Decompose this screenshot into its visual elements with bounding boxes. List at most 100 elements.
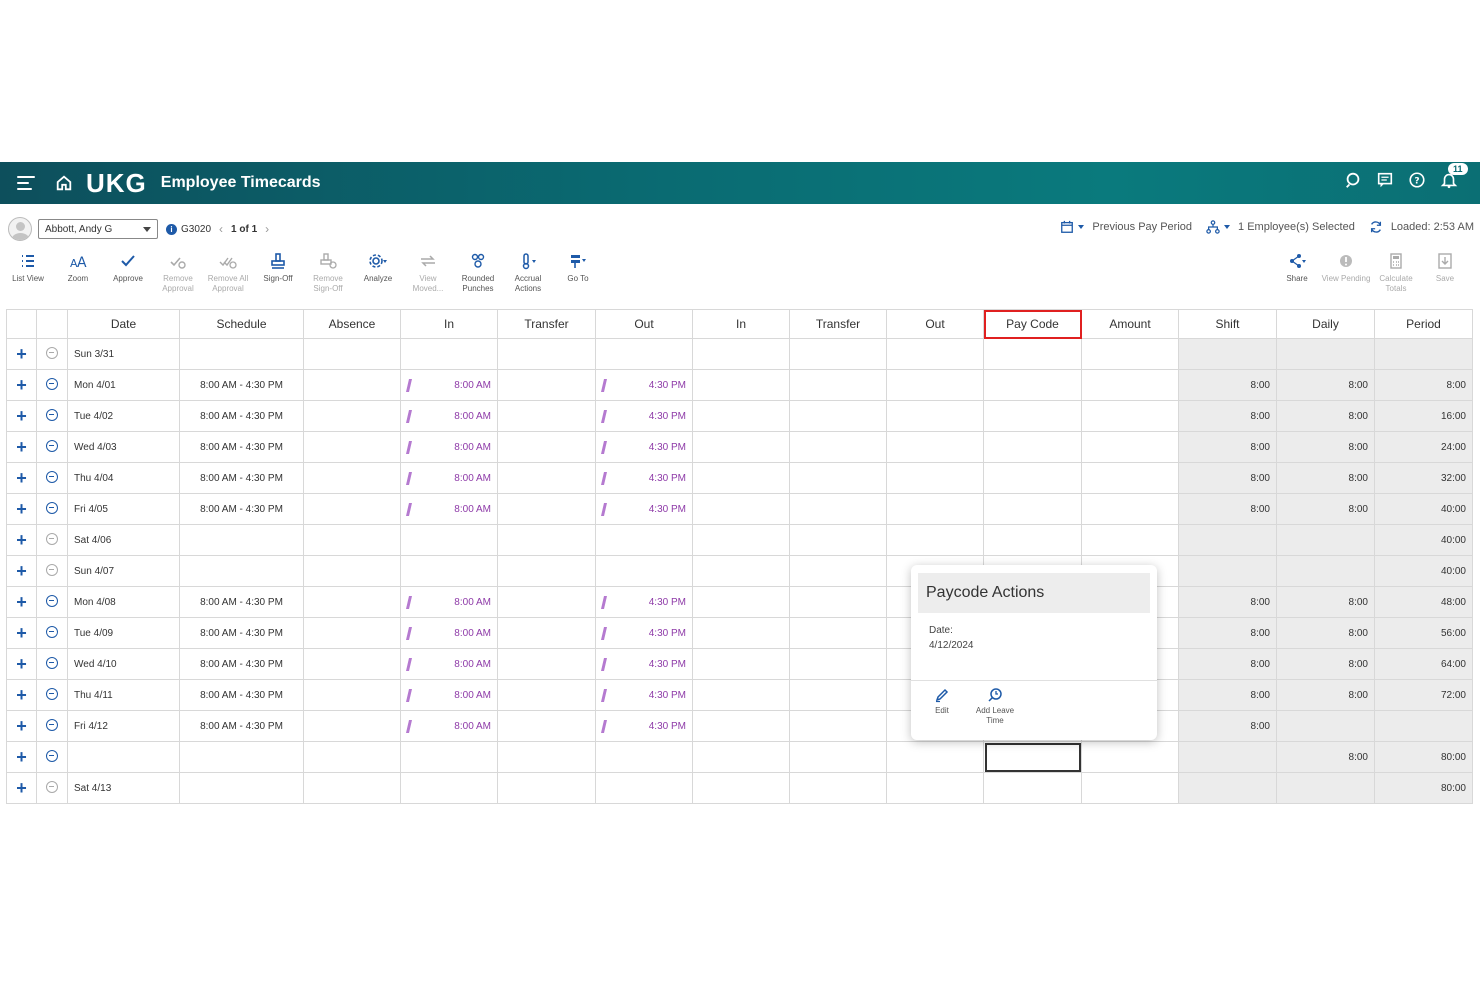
transfer-cell[interactable] (497, 648, 596, 680)
employees-selected[interactable]: 1 Employee(s) Selected (1238, 221, 1355, 233)
column-header-daily[interactable]: Daily (1276, 309, 1375, 339)
date-cell[interactable]: Mon 4/01 (67, 369, 180, 401)
out-punch-cell[interactable]: 4:30 PM (595, 462, 693, 494)
column-header-date[interactable]: Date (67, 309, 180, 339)
absence-cell[interactable] (303, 710, 401, 742)
chevron-down-icon[interactable] (1224, 225, 1231, 229)
out-punch-cell[interactable]: 4:30 PM (595, 369, 693, 401)
hamburger-menu-icon[interactable] (17, 176, 35, 190)
remove-row-icon[interactable] (46, 377, 58, 390)
out-punch-cell[interactable]: 4:30 PM (595, 586, 693, 618)
remove-row-cell[interactable] (36, 772, 68, 804)
transfer-cell-2[interactable] (789, 741, 887, 773)
list-view-button[interactable]: List View (3, 252, 53, 284)
remove-all-approval-button[interactable]: Remove All Approval (203, 252, 253, 294)
add-row-cell[interactable]: + (6, 462, 37, 494)
column-header-absence[interactable]: Absence (303, 309, 401, 339)
transfer-cell[interactable] (497, 369, 596, 401)
add-punch-icon[interactable]: + (16, 778, 27, 798)
amount-cell[interactable] (1081, 741, 1179, 773)
edit-button[interactable]: Edit (927, 687, 957, 726)
transfer-cell[interactable] (497, 555, 596, 587)
info-icon[interactable]: i (166, 223, 177, 235)
add-row-cell[interactable]: + (6, 338, 37, 370)
out-punch-cell-2[interactable] (886, 772, 984, 804)
add-punch-icon[interactable]: + (16, 561, 27, 581)
transfer-cell-2[interactable] (789, 772, 887, 804)
remove-row-icon[interactable] (46, 532, 58, 545)
column-header-transfer-2[interactable]: Transfer (789, 309, 887, 339)
date-cell[interactable] (67, 741, 180, 773)
absence-cell[interactable] (303, 431, 401, 463)
transfer-cell[interactable] (497, 431, 596, 463)
date-cell[interactable]: Wed 4/10 (67, 648, 180, 680)
date-cell[interactable]: Fri 4/05 (67, 493, 180, 525)
add-row-cell[interactable]: + (6, 772, 37, 804)
remove-row-icon[interactable] (46, 346, 58, 359)
in-punch-cell-2[interactable] (692, 617, 790, 649)
in-punch-cell[interactable]: 8:00 AM (400, 586, 498, 618)
absence-cell[interactable] (303, 338, 401, 370)
column-header-pay-code[interactable]: Pay Code (983, 309, 1082, 339)
remove-row-cell[interactable] (36, 710, 68, 742)
add-row-cell[interactable]: + (6, 431, 37, 463)
add-row-cell[interactable]: + (6, 555, 37, 587)
view-pending-button[interactable]: View Pending (1321, 252, 1371, 284)
absence-cell[interactable] (303, 493, 401, 525)
absence-cell[interactable] (303, 679, 401, 711)
out-punch-cell[interactable]: 4:30 PM (595, 710, 693, 742)
view-moved-button[interactable]: View Moved... (403, 252, 453, 294)
in-punch-cell[interactable]: 8:00 AM (400, 431, 498, 463)
remove-row-icon[interactable] (46, 687, 58, 700)
schedule-cell[interactable]: 8:00 AM - 4:30 PM (179, 617, 304, 649)
pay-code-cell[interactable] (983, 431, 1082, 463)
search-icon[interactable] (1344, 171, 1362, 189)
sign-off-button[interactable]: Sign-Off (253, 252, 303, 284)
out-punch-cell[interactable]: 4:30 PM (595, 400, 693, 432)
column-header-in[interactable]: In (400, 309, 498, 339)
schedule-cell[interactable] (179, 772, 304, 804)
transfer-cell[interactable] (497, 710, 596, 742)
add-row-cell[interactable]: + (6, 741, 37, 773)
remove-row-icon[interactable] (46, 718, 58, 731)
in-punch-cell-2[interactable] (692, 431, 790, 463)
in-punch-cell[interactable]: 8:00 AM (400, 369, 498, 401)
pay-code-cell[interactable] (983, 400, 1082, 432)
hierarchy-icon[interactable] (1206, 220, 1220, 234)
add-punch-icon[interactable]: + (16, 468, 27, 488)
pay-code-cell[interactable] (983, 493, 1082, 525)
out-punch-cell[interactable]: 4:30 PM (595, 679, 693, 711)
in-punch-cell-2[interactable] (692, 524, 790, 556)
remove-row-cell[interactable] (36, 524, 68, 556)
in-punch-cell-2[interactable] (692, 648, 790, 680)
out-punch-cell-2[interactable] (886, 462, 984, 494)
absence-cell[interactable] (303, 555, 401, 587)
transfer-cell[interactable] (497, 741, 596, 773)
transfer-cell[interactable] (497, 462, 596, 494)
save-button[interactable]: Save (1420, 252, 1470, 284)
remove-row-cell[interactable] (36, 648, 68, 680)
column-header-transfer[interactable]: Transfer (497, 309, 596, 339)
transfer-cell[interactable] (497, 586, 596, 618)
refresh-icon[interactable] (1369, 220, 1383, 234)
schedule-cell[interactable]: 8:00 AM - 4:30 PM (179, 493, 304, 525)
in-punch-cell-2[interactable] (692, 586, 790, 618)
pay-code-cell[interactable] (983, 772, 1082, 804)
pay-code-cell[interactable] (983, 338, 1082, 370)
date-cell[interactable]: Thu 4/11 (67, 679, 180, 711)
chevron-down-icon[interactable] (1078, 225, 1085, 229)
transfer-cell[interactable] (497, 400, 596, 432)
pay-code-cell[interactable] (983, 741, 1082, 773)
add-row-cell[interactable]: + (6, 679, 37, 711)
add-punch-icon[interactable]: + (16, 592, 27, 612)
transfer-cell[interactable] (497, 617, 596, 649)
date-cell[interactable]: Tue 4/02 (67, 400, 180, 432)
previous-employee-icon[interactable]: ‹ (219, 222, 223, 236)
date-cell[interactable]: Wed 4/03 (67, 431, 180, 463)
pay-code-cell[interactable] (983, 462, 1082, 494)
add-punch-icon[interactable]: + (16, 375, 27, 395)
remove-row-cell[interactable] (36, 741, 68, 773)
accrual-actions-button[interactable]: Accrual Actions (503, 252, 553, 294)
remove-row-cell[interactable] (36, 586, 68, 618)
add-punch-icon[interactable]: + (16, 406, 27, 426)
